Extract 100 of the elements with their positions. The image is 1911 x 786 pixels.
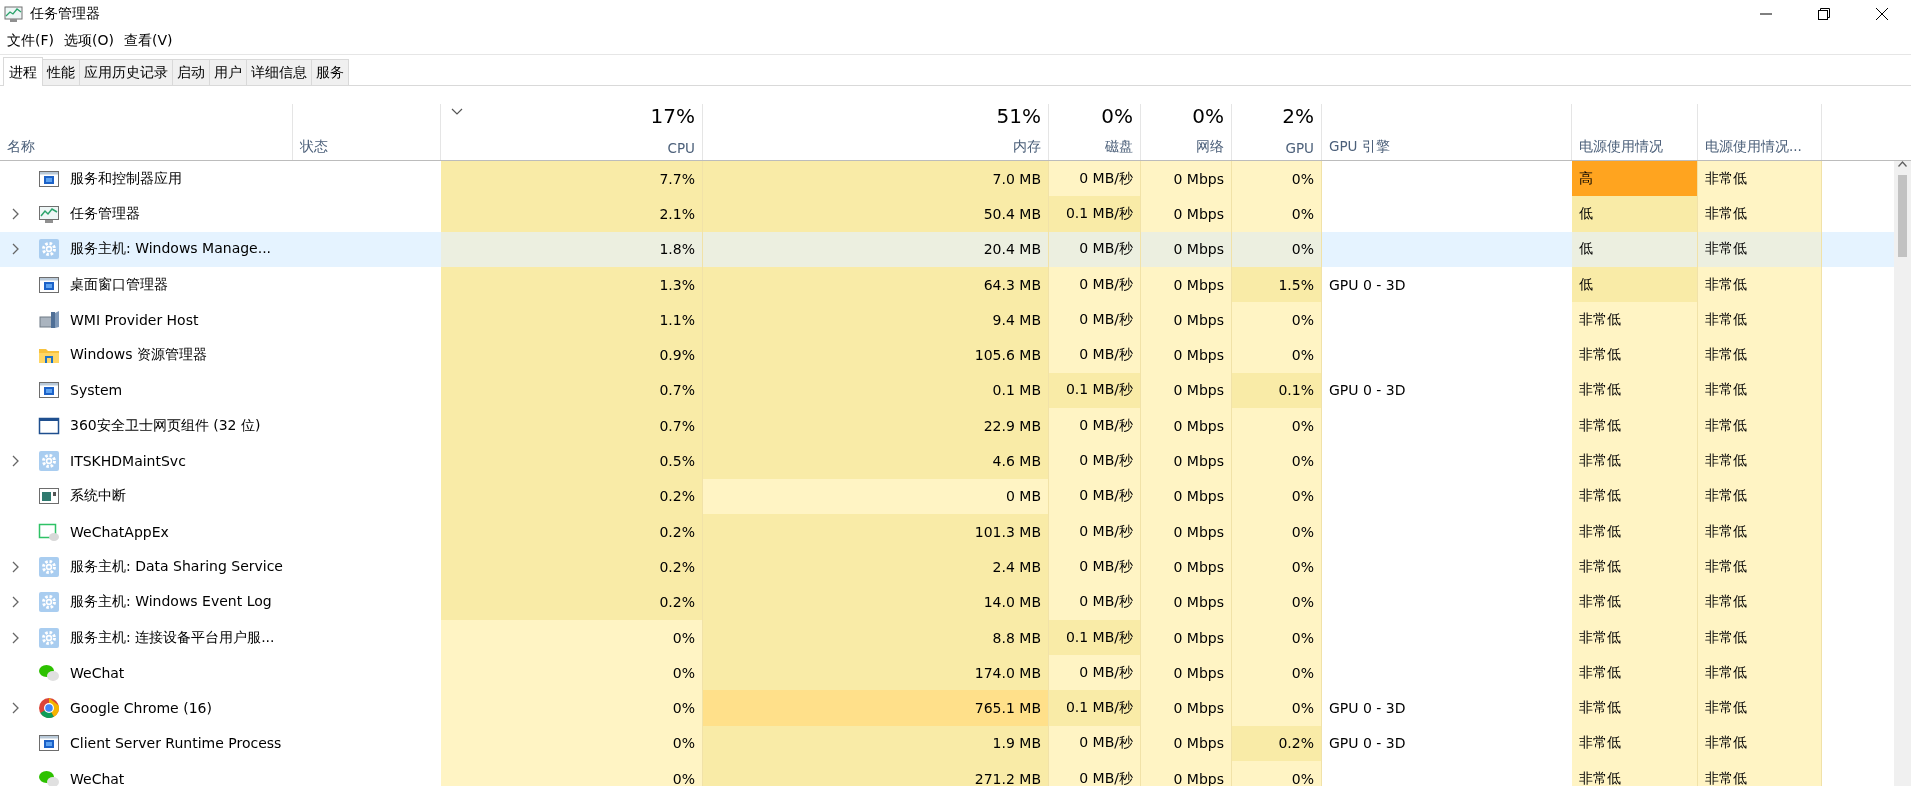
tab[interactable]: 详细信息 — [246, 59, 312, 85]
tab[interactable]: 启动 — [172, 59, 210, 85]
menu-item[interactable]: 选项(O) — [59, 32, 119, 50]
process-name: Windows 资源管理器 — [70, 346, 207, 365]
table-cell: 0 MB/秒 — [1049, 231, 1141, 267]
process-name: 服务主机: Windows Manage... — [70, 240, 272, 259]
table-cell: 非常低 — [1572, 302, 1698, 338]
table-cell: 0.2% — [441, 584, 703, 620]
table-row[interactable]: WMI Provider Host 1.1% 9.4 MB 0 MB/秒 0 Mbps 0% 非常低 非常低 — [0, 302, 1894, 338]
table-cell: 非常低 — [1572, 513, 1698, 550]
table-cell: 0.2% — [441, 513, 703, 550]
tab[interactable]: 进程 — [3, 57, 43, 86]
table-cell: 0% — [1232, 513, 1322, 550]
table-row[interactable]: 任务管理器 2.1% 50.4 MB 0.1 MB/秒 0 Mbps 0% 低 非常低 — [0, 196, 1894, 232]
process-name: 服务和控制器应用 — [70, 169, 182, 188]
column-header[interactable]: 2% GPU — [1232, 104, 1322, 160]
table-cell: 0% — [1232, 161, 1322, 197]
table-row[interactable]: ITSKHDMaintSvc 0.5% 4.6 MB 0 MB/秒 0 Mbps 0% 非常低 非常低 — [0, 443, 1894, 479]
table-row[interactable]: Windows 资源管理器 0.9% 105.6 MB 0 MB/秒 0 Mbps 0% 非常低 非常低 — [0, 337, 1894, 373]
table-cell: 非常低 — [1698, 408, 1822, 444]
restore-icon — [1818, 8, 1830, 20]
table-cell: 低 — [1572, 196, 1698, 232]
column-header[interactable]: 电源使用情况 — [1572, 104, 1698, 160]
table-cell: 1.3% — [441, 266, 703, 303]
menu-item[interactable]: 查看(V) — [118, 32, 178, 50]
table-cell: 0 Mbps — [1141, 231, 1232, 267]
tab[interactable]: 用户 — [209, 59, 247, 85]
table-cell-text: GPU 0 - 3D — [1328, 275, 1407, 295]
table-cell: 765.1 MB — [703, 690, 1049, 726]
table-cell: 0.7% — [441, 408, 703, 444]
table-cell: 0 Mbps — [1141, 161, 1232, 197]
table-cell: 0 MB/秒 — [1049, 655, 1141, 691]
scrollbar[interactable] — [1894, 161, 1911, 786]
table-cell: 非常低 — [1572, 372, 1698, 409]
table-row[interactable]: 服务主机: Windows Manage... 1.8% 20.4 MB 0 MB/秒 0 Mbps 0% 低 非常低 — [0, 231, 1894, 267]
table-cell: 非常低 — [1698, 161, 1822, 197]
table-cell: 0% — [1232, 443, 1322, 479]
table-row[interactable]: Google Chrome (16) 0% 765.1 MB 0.1 MB/秒 0 Mbps 0% GPU 0 - 3D 非常低 非常低 — [0, 690, 1894, 726]
table-row[interactable]: 服务主机: Data Sharing Service 0.2% 2.4 MB 0 MB/秒 0 Mbps 0% 非常低 非常低 — [0, 549, 1894, 585]
column-header[interactable]: 名称 — [0, 104, 293, 160]
table-row[interactable]: WeChat 0% 271.2 MB 0 MB/秒 0 Mbps 0% 非常低 非常低 — [0, 761, 1894, 786]
table-cell: 0 MB/秒 — [1049, 408, 1141, 444]
table-cell: 非常低 — [1572, 549, 1698, 585]
table-cell: 0 Mbps — [1141, 549, 1232, 585]
table-row[interactable]: WeChatAppEx 0.2% 101.3 MB 0 MB/秒 0 Mbps 0% 非常低 非常低 — [0, 513, 1894, 550]
column-header[interactable]: 状态 — [293, 104, 441, 160]
table-cell: 0% — [441, 761, 703, 786]
table-cell: 0.1 MB/秒 — [1049, 196, 1141, 232]
close-icon — [1876, 8, 1888, 20]
column-header[interactable]: 17% CPU — [441, 104, 703, 160]
column-header[interactable]: 51% 内存 — [703, 104, 1049, 160]
table-row[interactable]: 桌面窗口管理器 1.3% 64.3 MB 0 MB/秒 0 Mbps 1.5% GPU 0 - 3D 低 非常低 — [0, 266, 1894, 303]
process-name: 服务主机: Windows Event Log — [70, 593, 272, 612]
table-row[interactable]: System 0.7% 0.1 MB 0.1 MB/秒 0 Mbps 0.1% GPU 0 - 3D 非常低 非常低 — [0, 372, 1894, 409]
table-cell: 64.3 MB — [703, 266, 1049, 303]
table-row[interactable]: Client Server Runtime Process 0% 1.9 MB 0 MB/秒 0 Mbps 0.2% GPU 0 - 3D 非常低 非常低 — [0, 725, 1894, 762]
table-cell: 非常低 — [1698, 478, 1822, 514]
table-cell-text: GPU 0 - 3D — [1328, 699, 1407, 719]
column-header[interactable]: 0% 磁盘 — [1049, 104, 1141, 160]
table-cell: 2.1% — [441, 196, 703, 232]
table-cell: 0% — [1232, 408, 1322, 444]
table-row[interactable]: 360安全卫士网页组件 (32 位) 0.7% 22.9 MB 0 MB/秒 0 Mbps 0% 非常低 非常低 — [0, 408, 1894, 444]
table-cell: 0% — [441, 655, 703, 691]
table-cell: 0.1 MB/秒 — [1049, 690, 1141, 726]
table-cell: 0% — [1232, 478, 1322, 514]
table-cell: 0% — [1232, 690, 1322, 726]
column-header[interactable]: GPU 引擎 — [1322, 104, 1572, 160]
scrollbar-thumb[interactable] — [1898, 175, 1907, 257]
table-row[interactable]: 服务和控制器应用 7.7% 7.0 MB 0 MB/秒 0 Mbps 0% 高 非常低 — [0, 161, 1894, 197]
table-cell: 0 Mbps — [1141, 408, 1232, 444]
column-label: 磁盘 — [1105, 138, 1133, 156]
menu-item[interactable]: 文件(F) — [2, 32, 59, 50]
tab[interactable]: 应用历史记录 — [79, 59, 173, 85]
table-cell: 非常低 — [1572, 655, 1698, 691]
process-name: WeChat — [70, 664, 125, 681]
table-row[interactable]: 系统中断 0.2% 0 MB 0 MB/秒 0 Mbps 0% 非常低 非常低 — [0, 478, 1894, 514]
process-name: System — [70, 382, 123, 399]
table-row[interactable]: 服务主机: Windows Event Log 0.2% 14.0 MB 0 MB/秒 0 Mbps 0% 非常低 非常低 — [0, 584, 1894, 620]
table-cell: 101.3 MB — [703, 513, 1049, 550]
table-cell: 非常低 — [1698, 655, 1822, 691]
table-cell: 0.1% — [1232, 372, 1322, 409]
tab[interactable]: 性能 — [42, 59, 80, 85]
table-cell: 0.2% — [441, 478, 703, 514]
table-cell: 0 MB/秒 — [1049, 266, 1141, 303]
table-cell: 8.8 MB — [703, 619, 1049, 656]
column-header[interactable]: 电源使用情况... — [1698, 104, 1822, 160]
table-row[interactable]: WeChat 0% 174.0 MB 0 MB/秒 0 Mbps 0% 非常低 非常低 — [0, 655, 1894, 691]
table-cell: 0% — [1232, 337, 1322, 373]
table-cell: 0 Mbps — [1141, 725, 1232, 762]
table-cell: 0 MB — [703, 478, 1049, 514]
column-header[interactable]: 0% 网络 — [1141, 104, 1232, 160]
table-cell: 0 Mbps — [1141, 266, 1232, 303]
column-label: GPU 引擎 — [1329, 138, 1391, 156]
table-row[interactable]: 服务主机: 连接设备平台用户服... 0% 8.8 MB 0.1 MB/秒 0 Mbps 0% 非常低 非常低 — [0, 619, 1894, 656]
table-cell: 0 Mbps — [1141, 513, 1232, 550]
table-cell: 非常低 — [1572, 690, 1698, 726]
table-cell: 0% — [441, 725, 703, 762]
tab[interactable]: 服务 — [311, 59, 349, 85]
table-cell: 非常低 — [1572, 478, 1698, 514]
column-label: 网络 — [1196, 138, 1224, 156]
